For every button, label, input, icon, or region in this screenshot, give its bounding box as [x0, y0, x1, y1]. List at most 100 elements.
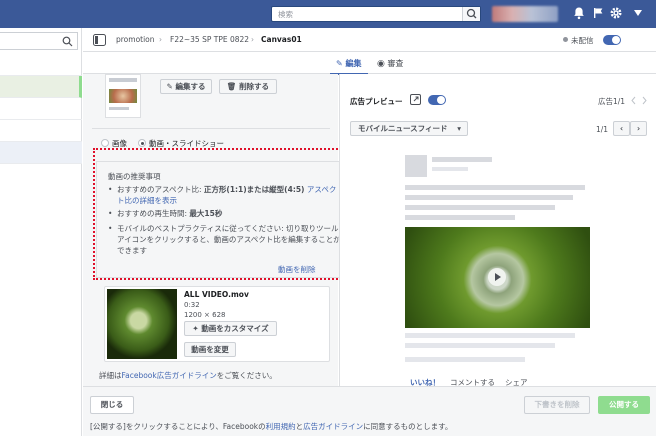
magic-wand-icon: ✦ — [192, 324, 202, 333]
tree-row[interactable] — [0, 98, 82, 120]
placement-dropdown[interactable]: モバイルニュースフィード ▾ — [350, 121, 468, 136]
rec-aspect-ratio: おすすめのアスペクト比: 正方形(1:1)または縦型(4:5) アスペクト比の詳… — [117, 184, 341, 206]
search-icon — [466, 8, 477, 19]
top-navigation-bar: 検索 — [0, 0, 656, 28]
tree-search-field[interactable] — [0, 32, 78, 50]
tree-row[interactable] — [0, 54, 82, 76]
page-name-placeholder — [432, 157, 492, 162]
rec-duration-prefix: おすすめの再生時間: — [117, 209, 190, 218]
prev-next-arrows-icon[interactable] — [630, 95, 648, 106]
publish-terms-notice: [公開する]をクリックすることにより、Facebookの利用規約と広告ガイドライ… — [90, 421, 452, 432]
edit-creative-label: 編集する — [175, 82, 206, 91]
post-video-image[interactable] — [405, 227, 590, 328]
thumbnail-line — [109, 107, 129, 110]
search-button[interactable] — [462, 7, 480, 21]
caret-down-icon: ▾ — [457, 124, 461, 133]
delete-creative-button[interactable]: 🗑 削除する — [219, 79, 277, 94]
tab-review[interactable]: ◉ 審査 — [377, 58, 403, 69]
terms-suffix: に同意するものとします。 — [363, 422, 453, 431]
delivery-status: 未配信 — [571, 36, 594, 45]
next-placement-button[interactable]: › — [630, 121, 647, 136]
link-caption-placeholder — [405, 333, 575, 338]
terms-of-use-link[interactable]: 利用規約 — [266, 422, 296, 431]
page-counter: 1/1 — [596, 125, 609, 134]
campaign-tree-panel — [0, 28, 82, 436]
page-avatar-placeholder — [405, 155, 427, 177]
reactions-placeholder — [405, 357, 525, 362]
ad-status-toggle[interactable] — [603, 35, 621, 45]
bullet: • — [108, 224, 113, 233]
trash-icon: 🗑 — [226, 82, 240, 91]
divider — [92, 128, 330, 129]
toggle-sidebar-icon[interactable] — [93, 34, 106, 46]
prev-placement-button[interactable]: ‹ — [613, 121, 630, 136]
delete-creative-label: 削除する — [239, 82, 270, 91]
thumbnail-line — [109, 78, 137, 82]
thumbnail-image — [109, 89, 137, 103]
play-icon — [488, 268, 506, 286]
delete-video-link[interactable]: 動画を削除 — [278, 264, 316, 275]
preview-title: 広告プレビュー — [350, 97, 403, 106]
rec-mobile-practices: モバイルのベストプラクティスに従ってください: 切り取りツールアイコンをクリック… — [117, 224, 341, 255]
bullet: • — [108, 209, 113, 218]
post-text-placeholder — [405, 205, 555, 210]
video-duration: 0:32 — [184, 301, 200, 309]
publish-button[interactable]: 公開する — [598, 396, 650, 414]
terms-prefix: [公開する]をクリックすることにより、Facebookの — [90, 422, 266, 431]
media-type-image-radio[interactable] — [101, 139, 109, 147]
sponsored-placeholder — [432, 167, 468, 171]
chevron-right-icon: › — [159, 35, 162, 44]
tab-edit-label: 編集 — [345, 59, 362, 68]
delete-draft-label: 下書きを削除 — [534, 400, 580, 409]
change-video-button[interactable]: 動画を変更 — [184, 342, 236, 357]
rec-duration: おすすめの再生時間: 最大15秒 — [117, 208, 341, 219]
breadcrumb-campaign[interactable]: promotion — [116, 35, 155, 44]
close-button[interactable]: 閉じる — [90, 396, 134, 414]
profile-avatar-blurred[interactable] — [492, 6, 558, 22]
guidelines-prefix: 詳細は — [99, 371, 122, 380]
settings-gear-icon[interactable] — [609, 6, 623, 20]
video-dimensions: 1200 × 628 — [184, 311, 226, 319]
tab-review-label: 審査 — [387, 59, 404, 68]
ad-guidelines-footer-link[interactable]: 広告ガイドライン — [303, 422, 363, 431]
video-thumbnail[interactable] — [107, 289, 177, 359]
pencil-icon: ✎ — [336, 59, 343, 68]
notifications-icon[interactable] — [572, 6, 586, 20]
tree-row-selected[interactable] — [0, 76, 82, 98]
recommendations-title: 動画の推奨事項 — [108, 172, 161, 181]
tab-bar: ✎ 編集 ◉ 審査 — [83, 52, 656, 74]
breadcrumb-ad: Canvas01 — [261, 35, 302, 44]
tab-edit[interactable]: ✎ 編集 — [336, 58, 362, 69]
tree-row[interactable] — [0, 120, 82, 142]
media-type-video-radio[interactable] — [138, 139, 146, 147]
video-filename: ALL VIDEO.mov — [184, 290, 249, 299]
creative-thumbnail — [105, 74, 141, 118]
guidelines-suffix: をご覧ください。 — [216, 371, 277, 380]
global-search[interactable]: 検索 — [271, 6, 481, 22]
chevron-left-icon: ‹ — [619, 124, 624, 133]
delete-draft-button[interactable]: 下書きを削除 — [524, 396, 590, 414]
breadcrumb: promotion › F22~35 SP TPE 0822 › Canvas0… — [83, 28, 656, 52]
customize-video-button[interactable]: ✦ 動画をカスタマイズ — [184, 321, 277, 336]
rec-aspect-ratio-prefix: おすすめのアスペクト比: — [117, 185, 204, 194]
chevron-right-icon: › — [636, 124, 641, 133]
eye-icon: ◉ — [377, 59, 385, 69]
ad-guidelines-link[interactable]: Facebook広告ガイドライン — [122, 371, 217, 380]
flag-icon[interactable] — [591, 6, 605, 20]
customize-video-label: 動画をカスタマイズ — [201, 324, 269, 333]
post-text-placeholder — [405, 215, 515, 220]
bullet: • — [108, 185, 113, 194]
post-text-placeholder — [405, 185, 585, 190]
help-menu-icon[interactable] — [632, 8, 644, 18]
link-caption-placeholder — [405, 343, 555, 348]
edit-creative-button[interactable]: ✎ 編集する — [160, 79, 212, 94]
preview-toggle[interactable] — [428, 95, 446, 105]
breadcrumb-adset[interactable]: F22~35 SP TPE 0822 — [170, 35, 249, 44]
placement-dropdown-label: モバイルニュースフィード — [358, 124, 448, 133]
ad-counter: 広告1/1 — [598, 97, 626, 106]
tree-row-highlight[interactable] — [0, 142, 82, 164]
guidelines-notice: 詳細はFacebook広告ガイドラインをご覧ください。 — [99, 370, 277, 381]
status-dot — [563, 37, 568, 42]
rec-aspect-ratio-value: 正方形(1:1)または縦型(4:5) — [203, 185, 305, 194]
external-link-icon[interactable] — [410, 94, 421, 105]
